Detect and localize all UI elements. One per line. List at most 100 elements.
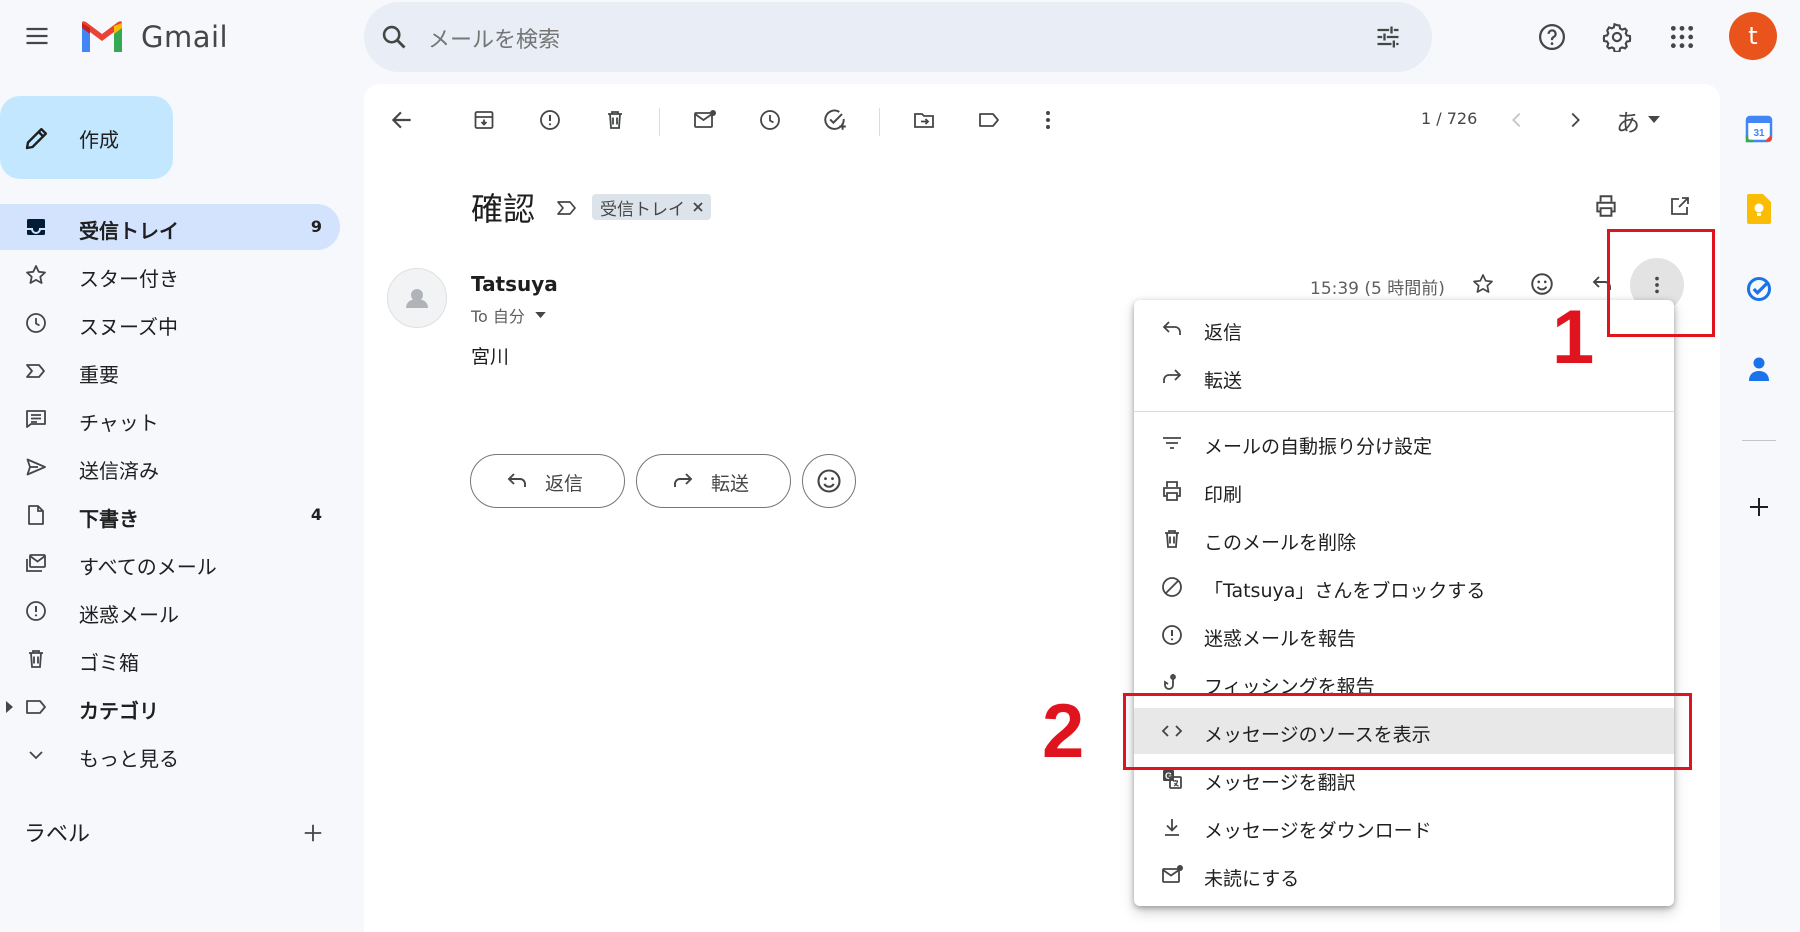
main-menu-button[interactable] (14, 13, 60, 59)
newer-button[interactable] (1497, 100, 1537, 140)
menu-item-6[interactable]: 迷惑メールを報告 (1134, 612, 1674, 658)
archive-icon (472, 108, 496, 132)
labels-button[interactable] (969, 100, 1009, 140)
clock-icon (24, 311, 48, 335)
sidebar-item-11[interactable]: もっと見る (0, 732, 340, 778)
add-task-button[interactable] (815, 100, 855, 140)
annotation-number-step2: 2 (1042, 689, 1085, 774)
label-icon (976, 108, 1002, 132)
sidebar-item-3[interactable]: 重要 (0, 348, 340, 394)
calendar-app-button[interactable]: 31 (1736, 106, 1782, 152)
menu-item-label: 迷惑メールを報告 (1204, 628, 1357, 650)
apps-button[interactable] (1659, 14, 1705, 60)
sidebar-item-2[interactable]: スヌーズ中 (0, 300, 340, 346)
star-icon (24, 263, 48, 287)
mark-unread-icon (692, 108, 718, 132)
tasks-app-button[interactable] (1736, 266, 1782, 312)
menu-item-3[interactable]: 印刷 (1134, 468, 1674, 514)
sidebar-item-label: 重要 (79, 363, 119, 387)
contacts-icon (1747, 355, 1771, 383)
mark-unread-button[interactable] (685, 100, 725, 140)
annotation-box-step1 (1607, 229, 1715, 337)
clock-icon (758, 108, 782, 132)
more-actions-button[interactable] (1028, 100, 1068, 140)
menu-item-4[interactable]: このメールを削除 (1134, 516, 1674, 562)
add-task-icon (822, 107, 848, 133)
toolbar-divider (879, 108, 880, 136)
expand-arrow-icon[interactable] (6, 701, 14, 713)
help-button[interactable] (1529, 14, 1575, 60)
sidebar-item-7[interactable]: すべてのメール (0, 540, 340, 586)
message-more-menu: 返信 転送 メールの自動振り分け設定 印刷 このメールを削除 「Tatsuya」さんをブロ… (1134, 300, 1674, 906)
chat-icon (24, 407, 48, 431)
report-spam-button[interactable] (530, 100, 570, 140)
move-to-button[interactable] (904, 100, 944, 140)
sidebar-item-10[interactable]: カテゴリ (0, 684, 340, 730)
open-in-new-icon (1668, 194, 1692, 218)
brand-name: Gmail (141, 20, 229, 54)
sidebar-item-1[interactable]: スター付き (0, 252, 340, 298)
chevron-down-icon (24, 743, 48, 767)
input-tools-button[interactable]: あ (1616, 100, 1678, 140)
sidebar-item-0[interactable]: 受信トレイ 9 (0, 204, 340, 250)
sidebar-item-label: スヌーズ中 (79, 315, 178, 339)
menu-item-label: 返信 (1204, 322, 1243, 344)
spam-icon (24, 599, 48, 623)
send-icon (24, 455, 48, 479)
trash-icon (1160, 527, 1184, 551)
menu-item-5[interactable]: 「Tatsuya」さんをブロックする (1134, 564, 1674, 610)
open-new-window-button[interactable] (1660, 186, 1700, 226)
recipient-line[interactable]: To 自分 (471, 303, 546, 327)
gmail-logo-icon[interactable] (79, 20, 125, 55)
pencil-icon (22, 123, 52, 153)
get-addons-button[interactable] (1736, 484, 1782, 530)
star-button[interactable] (1463, 264, 1503, 304)
sidebar-item-8[interactable]: 迷惑メール (0, 588, 340, 634)
menu-item-2[interactable]: メールの自動振り分け設定 (1134, 420, 1674, 466)
forward-pill-button[interactable]: 転送 (636, 454, 791, 508)
back-button[interactable] (382, 100, 422, 140)
older-button[interactable] (1555, 100, 1595, 140)
trash-icon (24, 647, 48, 671)
side-panel-rail: 31 (1720, 84, 1800, 932)
sidebar-item-label: 下書き (79, 507, 139, 531)
sidebar-item-label: カテゴリ (79, 699, 159, 723)
important-icon (24, 359, 48, 383)
plus-icon (1747, 495, 1771, 519)
emoji-reaction-button[interactable] (802, 454, 856, 508)
sender-name[interactable]: Tatsuya (471, 272, 558, 296)
sidebar-item-9[interactable]: ゴミ箱 (0, 636, 340, 682)
remove-label-icon[interactable] (693, 202, 703, 212)
sidebar-item-5[interactable]: 送信済み (0, 444, 340, 490)
print-all-button[interactable] (1586, 186, 1626, 226)
snooze-button[interactable] (750, 100, 790, 140)
message-timestamp: 15:39 (5 時間前) (1310, 279, 1445, 299)
keep-app-button[interactable] (1736, 186, 1782, 232)
sidebar-item-6[interactable]: 下書き 4 (0, 492, 340, 538)
menu-divider (1134, 411, 1674, 412)
sender-avatar[interactable] (387, 268, 447, 328)
search-input[interactable]: メールを検索 (428, 22, 560, 54)
rail-divider (1742, 440, 1776, 441)
menu-item-label: メッセージをダウンロード (1204, 820, 1432, 842)
menu-item-label: このメールを削除 (1204, 532, 1357, 554)
delete-button[interactable] (595, 100, 635, 140)
contacts-app-button[interactable] (1736, 346, 1782, 392)
settings-button[interactable] (1594, 14, 1640, 60)
search-icon[interactable] (380, 23, 408, 51)
search-options-icon[interactable] (1374, 23, 1402, 51)
sidebar-item-4[interactable]: チャット (0, 396, 340, 442)
star-icon (1471, 272, 1495, 296)
gear-icon (1602, 22, 1632, 52)
archive-button[interactable] (464, 100, 504, 140)
account-avatar[interactable]: t (1729, 12, 1777, 60)
annotation-number-step1: 1 (1552, 295, 1595, 380)
reply-pill-button[interactable]: 返信 (470, 454, 625, 508)
menu-item-11[interactable]: 未読にする (1134, 852, 1674, 898)
add-label-button[interactable] (296, 816, 330, 850)
search-bar[interactable]: メールを検索 (364, 2, 1432, 72)
important-marker-icon[interactable] (554, 196, 580, 220)
translate-icon: G (1160, 767, 1184, 791)
menu-item-10[interactable]: メッセージをダウンロード (1134, 804, 1674, 850)
compose-button[interactable]: 作成 (0, 96, 173, 179)
